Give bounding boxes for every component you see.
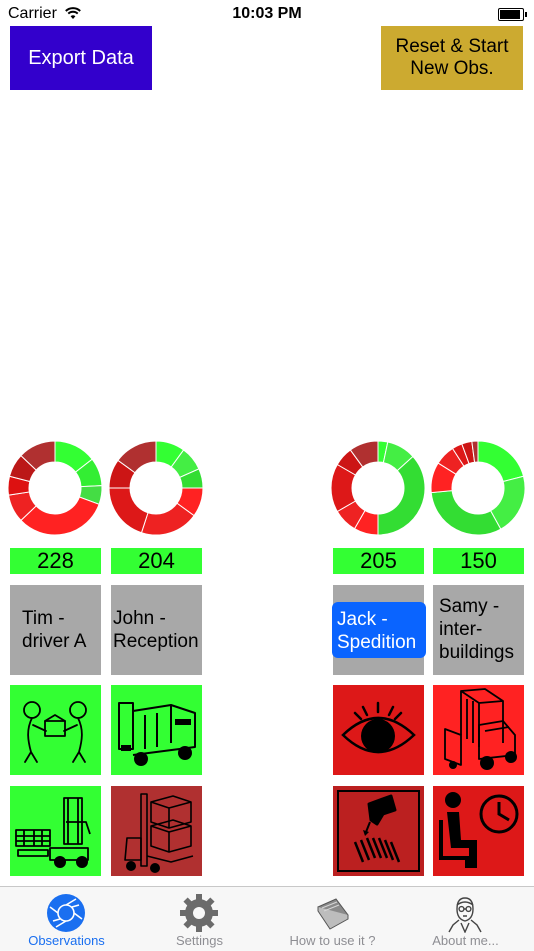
donut-chart-john <box>108 440 204 536</box>
operator-name-line1: Samy - <box>439 596 500 617</box>
electric-truck-tile[interactable] <box>111 685 202 775</box>
book-icon <box>317 898 349 930</box>
portrait-icon <box>448 897 482 933</box>
donut-segment <box>477 440 525 483</box>
observation-count-john[interactable]: 204 <box>111 548 202 574</box>
donut-segment <box>108 487 149 534</box>
operator-card-jack[interactable]: Jack - Spedition <box>332 585 426 675</box>
clock: 10:03 PM <box>232 5 302 22</box>
operator-card-tim[interactable]: Tim - driver A <box>10 585 101 675</box>
operator-name-line2: inter- <box>439 619 483 640</box>
selected-operator-highlight: Jack - Spedition <box>332 602 426 658</box>
forklift-icon <box>444 688 517 770</box>
operator-name-line1: Tim - <box>22 608 65 629</box>
barcode-scan-icon <box>337 790 420 872</box>
waiting-tile[interactable] <box>433 786 524 876</box>
status-bar: Carrier 10:03 PM <box>0 0 534 28</box>
tab-settings[interactable]: Settings <box>133 887 266 951</box>
handover-tile[interactable] <box>10 685 101 775</box>
donut-chart-samy <box>430 440 526 536</box>
reset-label-line1: Reset & Start <box>395 36 509 57</box>
operator-name-line2: Reception <box>113 631 199 652</box>
forklift-tile[interactable] <box>433 685 524 775</box>
reset-start-button[interactable]: Reset & Start New Obs. <box>381 26 523 90</box>
forklift-boxes-tile[interactable] <box>111 786 202 876</box>
donut-chart-jack <box>330 440 426 536</box>
forklift-pallet-tile[interactable] <box>10 786 101 876</box>
electric-truck-icon <box>118 702 196 766</box>
donut-segment <box>430 490 502 536</box>
eye-icon <box>341 701 416 754</box>
export-data-button[interactable]: Export Data <box>10 26 152 90</box>
tab-label: Observations <box>28 933 105 948</box>
barcode-scan-tile[interactable] <box>333 786 424 876</box>
gear-icon <box>180 894 218 932</box>
observation-count-jack[interactable]: 205 <box>333 548 424 574</box>
waiting-icon <box>439 792 519 868</box>
reset-label-line2: New Obs. <box>410 58 494 79</box>
eye-tile[interactable] <box>333 685 424 775</box>
operator-card-john[interactable]: John - Reception <box>111 585 202 675</box>
operator-name-line2: driver A <box>22 631 87 652</box>
tab-label: How to use it ? <box>289 933 376 948</box>
tab-observations[interactable]: Observations <box>0 887 133 951</box>
tab-label: About me... <box>432 933 499 948</box>
operator-name-line2: Spedition <box>337 632 417 653</box>
tab-how-to-use[interactable]: How to use it ? <box>266 887 399 951</box>
forklift-boxes-icon <box>124 793 194 873</box>
forklift-pallet-icon <box>15 797 91 868</box>
operator-name-line1: John - <box>113 608 166 629</box>
camera-shutter-icon <box>47 894 85 932</box>
handover-icon <box>23 701 87 763</box>
operator-name-line3: buildings <box>439 642 514 663</box>
observation-count-tim[interactable]: 228 <box>10 548 101 574</box>
operator-name-line1: Jack - <box>337 609 388 630</box>
operator-card-samy[interactable]: Samy - inter- buildings <box>433 585 524 675</box>
tab-bar: Observations Settings How to use it ? Ab… <box>0 886 534 951</box>
donut-chart-tim <box>7 440 103 536</box>
observation-count-samy[interactable]: 150 <box>433 548 524 574</box>
tab-label: Settings <box>176 933 223 948</box>
donut-segment <box>377 455 426 536</box>
tab-about[interactable]: About me... <box>399 887 532 951</box>
battery-icon <box>498 8 527 21</box>
